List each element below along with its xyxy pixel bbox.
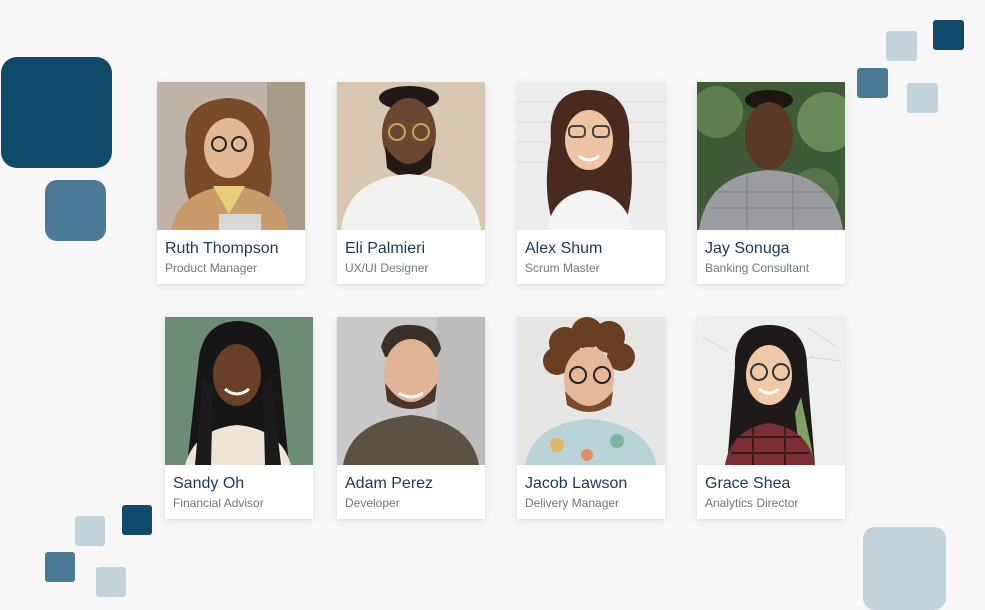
decor-square-dark (933, 20, 964, 50)
decor-square-mid (45, 552, 75, 582)
portrait-photo (157, 82, 305, 230)
member-title: Developer (345, 496, 400, 510)
decor-square-light (96, 567, 126, 597)
team-card[interactable]: Jacob Lawson Delivery Manager (517, 317, 665, 519)
portrait-photo (697, 317, 845, 465)
member-name: Jay Sonuga (705, 240, 790, 257)
decor-square-light (907, 83, 938, 113)
portrait-photo (165, 317, 313, 465)
member-title: Product Manager (165, 261, 258, 275)
decor-square-mid (45, 180, 106, 241)
team-card[interactable]: Alex Shum Scrum Master (517, 82, 665, 284)
member-name: Sandy Oh (173, 475, 245, 492)
team-card[interactable]: Jay Sonuga Banking Consultant (697, 82, 845, 284)
member-title: UX/UI Designer (345, 261, 429, 275)
decor-square-light-large (863, 527, 946, 610)
member-title: Scrum Master (525, 261, 600, 275)
portrait-photo (697, 82, 845, 230)
team-card[interactable]: Eli Palmieri UX/UI Designer (337, 82, 485, 284)
portrait-photo (517, 82, 665, 230)
portrait-photo (517, 317, 665, 465)
member-title: Delivery Manager (525, 496, 620, 510)
team-card[interactable]: Grace Shea Analytics Director (697, 317, 845, 519)
member-name: Jacob Lawson (525, 475, 628, 492)
decor-square-dark (122, 505, 152, 535)
team-card[interactable]: Ruth Thompson Product Manager (157, 82, 305, 284)
portrait-photo (337, 82, 485, 230)
member-name: Ruth Thompson (165, 240, 279, 257)
member-name: Grace Shea (705, 475, 791, 492)
member-title: Banking Consultant (705, 261, 810, 275)
member-name: Alex Shum (525, 240, 603, 257)
decor-square-light (886, 31, 917, 61)
decor-square-light (75, 516, 105, 546)
decor-square-dark-large (1, 57, 112, 168)
portrait-photo (337, 317, 485, 465)
member-title: Analytics Director (705, 496, 799, 510)
member-title: Financial Advisor (173, 496, 264, 510)
team-card[interactable]: Adam Perez Developer (337, 317, 485, 519)
decor-square-mid (857, 68, 888, 98)
member-name: Adam Perez (345, 475, 434, 492)
team-card[interactable]: Sandy Oh Financial Advisor (165, 317, 313, 519)
member-name: Eli Palmieri (345, 240, 426, 257)
